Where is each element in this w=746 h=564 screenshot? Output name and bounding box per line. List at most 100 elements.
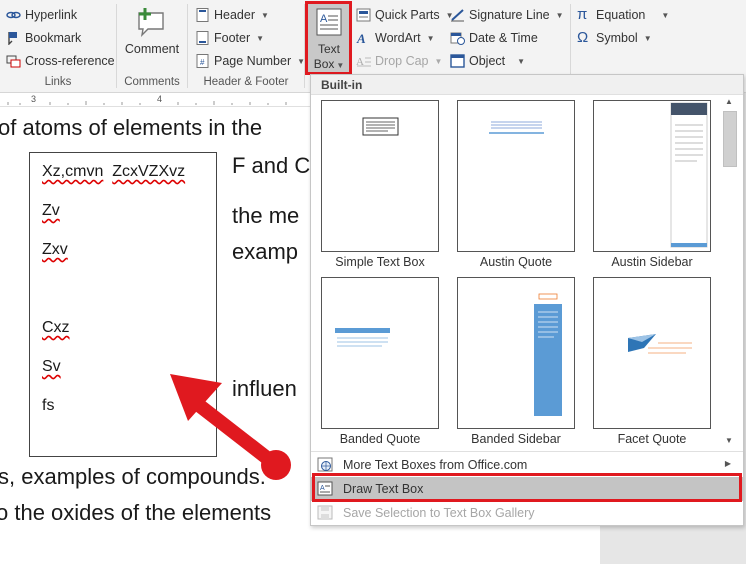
bookmark-button[interactable]: Bookmark [6, 29, 81, 47]
chevron-down-icon: ▼ [261, 10, 269, 20]
links-group-label: Links [44, 76, 72, 88]
symbol-button[interactable]: Ω Symbol ▼ [577, 29, 652, 47]
text-box-highlight [305, 1, 352, 75]
thumbnail-simple-text-box[interactable] [321, 100, 439, 252]
wordart-icon: A [356, 31, 371, 46]
equation-button[interactable]: π Equation ▼ [577, 6, 669, 24]
svg-text:#: # [200, 58, 205, 67]
wordart-label: WordArt [375, 31, 421, 45]
equation-label: Equation [596, 8, 646, 22]
thumbnail-banded-quote[interactable] [321, 277, 439, 429]
drop-cap-icon: A [356, 54, 371, 68]
bookmark-icon [6, 31, 21, 46]
page-number-label: Page Number [214, 54, 292, 68]
gallery-section-header: Built-in [311, 75, 743, 95]
object-label: Object [469, 54, 506, 68]
menu-divider [311, 451, 743, 452]
page-number-icon: # [195, 54, 210, 68]
cross-reference-icon [6, 54, 21, 68]
text-box-line: Zv [42, 202, 60, 219]
signature-line-button[interactable]: Signature Line ▼ [450, 6, 564, 24]
drop-cap-label: Drop Cap [375, 54, 429, 68]
header-footer-group-label: Header & Footer [203, 76, 289, 88]
hyperlink-label: Hyperlink [25, 8, 78, 22]
comment-label: Comment [124, 42, 180, 56]
text-box-line: Zxv [42, 241, 68, 258]
thumbnail-label: Banded Sidebar [471, 432, 561, 446]
chevron-down-icon: ▼ [426, 33, 435, 43]
object-icon [450, 54, 465, 68]
header-button[interactable]: Header ▼ [195, 6, 269, 24]
more-text-boxes-label: More Text Boxes from Office.com [343, 458, 528, 472]
ruler-mark-3: 3 [31, 94, 37, 104]
quick-parts-button[interactable]: Quick Parts ▼ [356, 6, 454, 24]
thumbnail-label: Simple Text Box [335, 255, 425, 269]
date-time-button[interactable]: Date & Time [450, 29, 538, 47]
hyperlink-icon [6, 8, 21, 22]
drop-cap-button[interactable]: A Drop Cap ▼ [356, 52, 442, 70]
page-number-button[interactable]: # Page Number ▼ [195, 52, 305, 70]
austin-quote-preview [489, 121, 544, 134]
thumbnail-label: Banded Quote [339, 432, 421, 446]
chevron-right-icon: ▶ [724, 459, 731, 468]
banded-sidebar-preview [534, 293, 562, 416]
wordart-button[interactable]: A WordArt ▼ [356, 29, 435, 47]
save-selection-item[interactable]: Save Selection to Text Box Gallery [311, 501, 743, 525]
comment-button[interactable]: Comment [120, 4, 184, 64]
doc-line-7: o the oxides of the elements [0, 500, 272, 525]
doc-line-4: examp [232, 239, 299, 264]
chevron-down-icon: ▼ [517, 56, 526, 66]
chevron-down-icon: ▼ [555, 10, 564, 20]
thumbnail-label: Facet Quote [617, 432, 687, 446]
symbol-label: Symbol [596, 31, 638, 45]
thumbnail-label: Austin Sidebar [611, 255, 693, 269]
save-selection-label: Save Selection to Text Box Gallery [343, 506, 535, 520]
signature-line-label: Signature Line [469, 8, 550, 22]
footer-button[interactable]: Footer ▼ [195, 29, 264, 47]
doc-line-2: F and C [232, 153, 311, 178]
pi-icon: π [577, 6, 588, 23]
text-box-line: Xz,cmvn [42, 163, 104, 180]
gallery-scrollbar[interactable]: ▲ ▼ [718, 95, 743, 451]
thumbnail-austin-sidebar[interactable] [593, 100, 711, 252]
draw-text-box-highlight [312, 473, 742, 502]
calendar-clock-icon [450, 31, 465, 45]
cross-reference-button[interactable]: Cross-reference [6, 52, 115, 70]
horizontal-ruler[interactable]: 3 4 [0, 93, 310, 107]
thumbnail-label: Austin Quote [479, 255, 553, 269]
thumbnail-austin-quote[interactable] [457, 100, 575, 252]
hyperlink-button[interactable]: Hyperlink [6, 6, 77, 24]
simple-text-box-preview [362, 117, 399, 136]
omega-icon: Ω [577, 29, 589, 46]
quick-parts-icon [356, 8, 371, 22]
object-button[interactable]: Object ▼ [450, 52, 525, 70]
text-box-gallery: Built-in Simple Text Box Austin Quote Au… [310, 74, 744, 526]
cross-reference-label: Cross-reference [25, 54, 115, 68]
doc-line-1: of atoms of elements in the [0, 115, 263, 140]
text-box-line: Cxz [42, 319, 70, 336]
text-box-line: fs [42, 397, 55, 414]
doc-line-3: the me [232, 203, 300, 228]
svg-text:A: A [356, 31, 366, 45]
signature-line-icon [450, 8, 465, 22]
thumbnail-facet-quote[interactable] [593, 277, 711, 429]
header-label: Header [214, 8, 255, 22]
ruler-mark-4: 4 [157, 94, 163, 104]
save-selection-icon [317, 505, 333, 520]
footer-label: Footer [214, 31, 251, 45]
scroll-down-arrow[interactable]: ▼ [725, 436, 733, 445]
text-box-line: Sv [42, 358, 61, 375]
header-icon [195, 8, 210, 22]
comments-group-label: Comments [124, 76, 180, 88]
date-time-label: Date & Time [469, 31, 538, 45]
thumbnail-banded-sidebar[interactable] [457, 277, 575, 429]
chevron-down-icon: ▼ [661, 10, 670, 20]
scroll-up-arrow[interactable]: ▲ [725, 97, 733, 106]
scrollbar-thumb[interactable] [723, 111, 737, 167]
chevron-down-icon: ▼ [643, 33, 652, 43]
chevron-down-icon: ▼ [434, 56, 443, 66]
ruler-ticks [7, 101, 287, 105]
annotation-arrow [170, 374, 291, 480]
office-online-icon [317, 457, 333, 472]
text-box-line: ZcxVZXvz [112, 163, 186, 180]
